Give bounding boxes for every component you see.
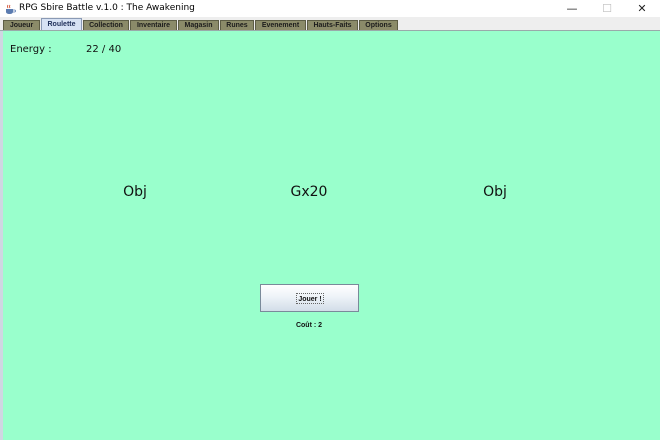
title-bar: RPG Sbire Battle v.1.0 : The Awakening —… [0, 0, 660, 17]
play-button[interactable]: Jouer ! [260, 284, 359, 312]
roulette-slot-middle: Gx20 [290, 184, 328, 200]
close-button[interactable]: ✕ [624, 0, 660, 17]
cost-label: Coût : 2 [295, 322, 323, 329]
energy-value: 22 / 40 [86, 44, 122, 55]
roulette-panel [3, 31, 660, 440]
play-button-label: Jouer ! [296, 293, 324, 304]
window-title: RPG Sbire Battle v.1.0 : The Awakening [19, 3, 195, 13]
roulette-slot-right: Obj [483, 184, 507, 200]
java-cup-icon [6, 4, 16, 14]
minimize-button[interactable]: — [554, 0, 590, 17]
maximize-button[interactable]: ☐ [589, 0, 625, 17]
roulette-slot-left: Obj [123, 184, 147, 200]
energy-label: Energy : [10, 44, 52, 55]
tab-strip: Joueur Roulette Collection Inventaire Ma… [0, 17, 660, 31]
